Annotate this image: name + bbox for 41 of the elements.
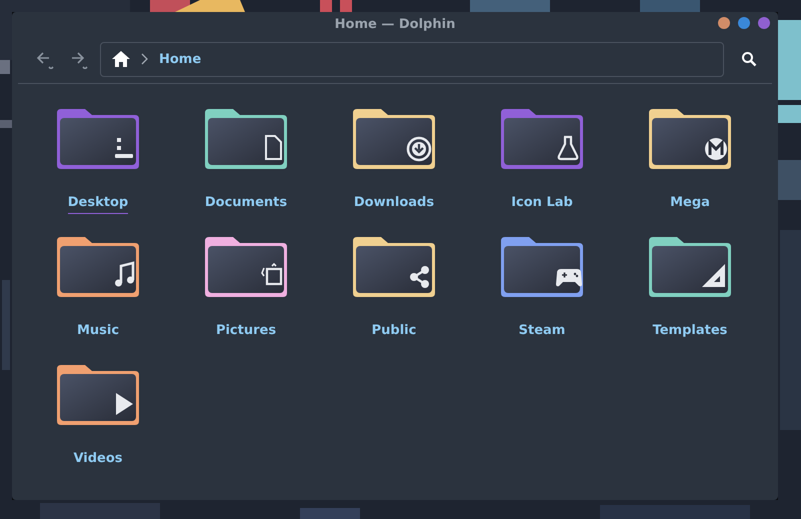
play-icon [116, 393, 133, 415]
folder-name: Steam [518, 323, 566, 340]
minimize-button[interactable] [718, 17, 730, 29]
folder-name: Downloads [354, 195, 434, 212]
photo-icon [261, 262, 282, 286]
folder-item[interactable]: Music [24, 237, 172, 365]
flask-icon [558, 136, 578, 160]
home-icon[interactable] [111, 50, 131, 68]
folder-name: Videos [73, 451, 123, 468]
folder-item[interactable]: Public [320, 237, 468, 365]
close-button[interactable] [758, 17, 770, 29]
download-icon [406, 136, 432, 162]
folder-item[interactable]: Templates [616, 237, 764, 365]
folder-item[interactable]: Steam [468, 237, 616, 365]
folder-item[interactable]: Mega [616, 109, 764, 237]
badge-icon [705, 138, 727, 160]
folder-name: Icon Lab [511, 195, 573, 212]
music-note-icon [115, 261, 134, 286]
maximize-button[interactable] [738, 17, 750, 29]
folder-name: Public [372, 323, 416, 340]
terminal-icon [115, 138, 133, 158]
folder-name: Mega [670, 195, 710, 212]
folder-item[interactable]: Pictures [172, 237, 320, 365]
search-icon [741, 51, 757, 67]
window-title: Home — Dolphin [334, 16, 456, 32]
folder-name: Templates [652, 323, 728, 340]
folder-item[interactable]: Downloads [320, 109, 468, 237]
document-icon [265, 135, 282, 160]
share-icon [410, 266, 429, 288]
location-bar[interactable]: Home [100, 42, 724, 76]
breadcrumb-item[interactable]: Home [159, 52, 202, 66]
gamepad-icon [556, 269, 582, 286]
folder-name: Pictures [216, 323, 276, 340]
folder-item[interactable]: Icon Lab [468, 109, 616, 237]
folder-item[interactable]: Documents [172, 109, 320, 237]
folder-item[interactable]: Videos [24, 365, 172, 493]
chevron-icon [141, 53, 149, 65]
folder-name: Music [76, 323, 120, 340]
folder-name: Desktop [68, 195, 128, 214]
folder-name: Documents [204, 195, 288, 212]
folder-item[interactable]: Desktop [24, 109, 172, 237]
